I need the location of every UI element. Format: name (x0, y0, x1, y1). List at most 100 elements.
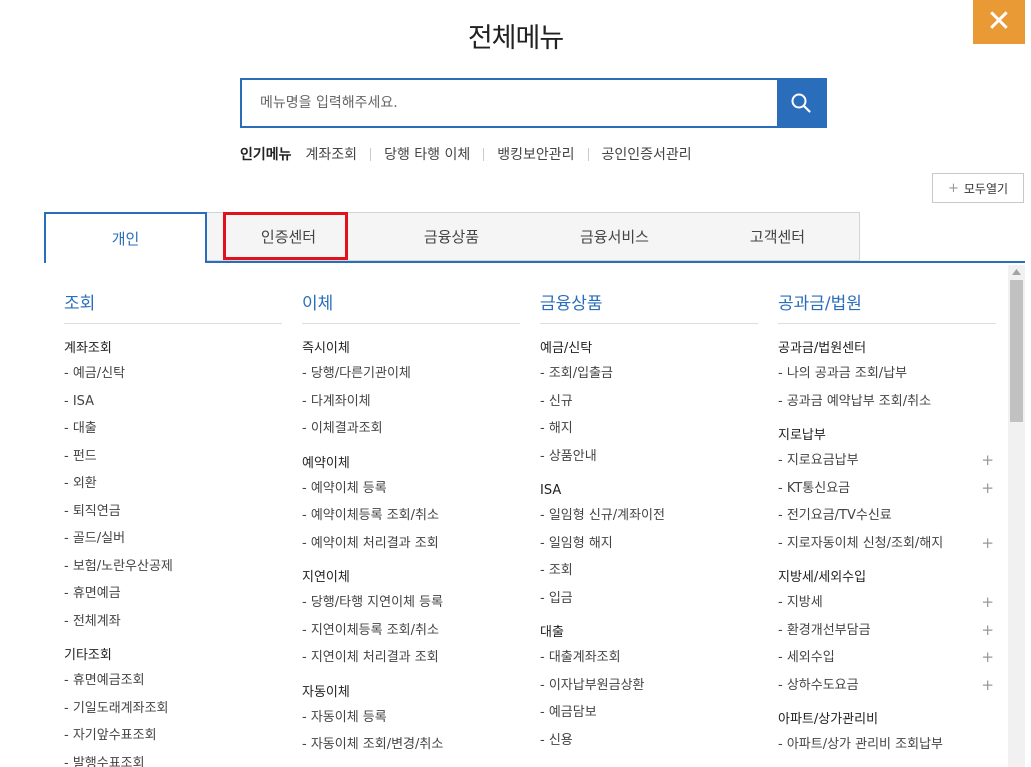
menu-item[interactable]: - 이체결과조회 (302, 415, 520, 443)
group-title[interactable]: 아파트/상가관리비 (778, 709, 996, 731)
menu-item[interactable]: - 신규 (540, 388, 758, 416)
scrollbar-thumb[interactable] (1010, 280, 1023, 422)
group-title[interactable]: 예금/신탁 (540, 338, 758, 360)
popular-link-account-inquiry[interactable]: 계좌조회 (306, 144, 358, 164)
menu-item[interactable]: - 예약이체 처리결과 조회 (302, 530, 520, 558)
column-title[interactable]: 공과금/법원 (778, 289, 996, 324)
menu-item[interactable]: - 일임형 해지 (540, 530, 758, 558)
popular-link-transfer[interactable]: 당행 타행 이체 (384, 144, 470, 164)
menu-item[interactable]: - 지방세 + (778, 589, 996, 617)
popular-menu: 인기메뉴 계좌조회 당행 타행 이체 뱅킹보안관리 공인인증서관리 (240, 144, 692, 164)
group-title[interactable]: 기타조회 (64, 645, 282, 667)
menu-item[interactable]: - 예금담보 (540, 699, 758, 727)
scroll-up-arrow-icon[interactable] (1008, 265, 1025, 279)
menu-item[interactable]: - 지로자동이체 신청/조회/해지 + (778, 530, 996, 558)
menu-item[interactable]: - 보험/노란우산공제 (64, 553, 282, 581)
menu-item[interactable]: - 당행/다른기관이체 (302, 360, 520, 388)
tab-certification-center[interactable]: 인증센터 (207, 212, 371, 261)
menu-item-label: - 지로자동이체 신청/조회/해지 (778, 535, 944, 551)
popular-link-banking-security[interactable]: 뱅킹보안관리 (497, 144, 574, 164)
menu-item[interactable]: - 예약이체 등록 (302, 475, 520, 503)
group-title[interactable]: ISA (540, 480, 758, 502)
group-title[interactable]: 지방세/세외수입 (778, 567, 996, 589)
menu-item[interactable]: - 휴면예금조회 (64, 667, 282, 695)
menu-item[interactable]: - 다계좌이체 (302, 388, 520, 416)
menu-item[interactable]: - 해지 (540, 415, 758, 443)
menu-item[interactable]: - 기일도래계좌조회 (64, 695, 282, 723)
menu-item-label: - 조회/입출금 (540, 366, 614, 381)
menu-item[interactable]: - 지연이체 처리결과 조회 (302, 644, 520, 672)
menu-item[interactable]: - 신용 (540, 727, 758, 755)
menu-item[interactable]: - 이자납부원금상환 (540, 672, 758, 700)
menu-item-label: - 당행/타행 지연이체 등록 (302, 595, 444, 610)
menu-item[interactable]: - 예약이체등록 조회/취소 (302, 502, 520, 530)
group-title[interactable]: 계좌조회 (64, 338, 282, 360)
menu-item[interactable]: - 입금 (540, 585, 758, 613)
popular-link-certificate[interactable]: 공인인증서관리 (602, 144, 692, 164)
column-title[interactable]: 금융상품 (540, 289, 758, 324)
menu-group: 예금/신탁 - 조회/입출금 - 신규 - 해지 - 상품안내 (540, 338, 758, 470)
menu-item[interactable]: - ISA (64, 388, 282, 416)
search-button[interactable] (777, 80, 825, 126)
menu-item[interactable]: - 환경개선부담금 + (778, 617, 996, 645)
menu-item[interactable]: - 나의 공과금 조회/납부 (778, 360, 996, 388)
menu-item-label: - 당행/다른기관이체 (302, 366, 411, 381)
menu-item[interactable]: - 당행/타행 지연이체 등록 (302, 589, 520, 617)
menu-item[interactable]: - 일임형 신규/계좌이전 (540, 502, 758, 530)
group-title[interactable]: 즉시이체 (302, 338, 520, 360)
expand-plus-icon[interactable]: + (981, 530, 994, 558)
menu-item-label: - 자기앞수표조회 (64, 728, 157, 743)
menu-item-label: - 대출 (64, 421, 97, 436)
menu-item[interactable]: - 펀드 (64, 443, 282, 471)
menu-item[interactable]: - 지로요금납부 + (778, 447, 996, 475)
menu-item-label: - 이체결과조회 (302, 421, 383, 436)
menu-item[interactable]: - 공과금 예약납부 조회/취소 (778, 388, 996, 416)
expand-all-button[interactable]: + 모두열기 (932, 173, 1024, 203)
group-title[interactable]: 예약이체 (302, 453, 520, 475)
menu-item[interactable]: - KT통신요금 + (778, 475, 996, 503)
menu-item[interactable]: - 전체계좌 (64, 608, 282, 636)
menu-item[interactable]: - 자기앞수표조회 (64, 722, 282, 750)
menu-item[interactable]: - 조회/입출금 (540, 360, 758, 388)
tab-financial-services[interactable]: 금융서비스 (533, 212, 697, 261)
expand-plus-icon[interactable]: + (981, 644, 994, 672)
menu-item-label: - 해지 (540, 421, 573, 436)
expand-plus-icon[interactable]: + (981, 672, 994, 700)
menu-item[interactable]: - 아파트/상가 관리비 조회납부 (778, 731, 996, 759)
menu-item[interactable]: - 세외수입 + (778, 644, 996, 672)
tab-customer-center[interactable]: 고객센터 (696, 212, 860, 261)
expand-plus-icon[interactable]: + (981, 475, 994, 503)
menu-item[interactable]: - 외환 (64, 470, 282, 498)
menu-item[interactable]: - 발행수표조회 (64, 750, 282, 767)
group-title[interactable]: 공과금/법원센터 (778, 338, 996, 360)
menu-item[interactable]: - 휴면예금 (64, 580, 282, 608)
expand-plus-icon[interactable]: + (981, 617, 994, 645)
menu-item[interactable]: - 자동이체 조회/변경/취소 (302, 731, 520, 759)
menu-item[interactable]: - 조회 (540, 557, 758, 585)
tab-personal[interactable]: 개인 (44, 212, 207, 263)
group-title[interactable]: 자동이체 (302, 682, 520, 704)
menu-item[interactable]: - 예금/신탁 (64, 360, 282, 388)
expand-all-label: 모두열기 (963, 181, 1009, 196)
menu-item[interactable]: - 대출계좌조회 (540, 644, 758, 672)
menu-item-label: - 기일도래계좌조회 (64, 700, 169, 716)
menu-item[interactable]: - 퇴직연금 (64, 498, 282, 526)
close-button[interactable]: ✕ (973, 0, 1025, 44)
group-title[interactable]: 지로납부 (778, 425, 996, 447)
menu-item[interactable]: - 골드/실버 (64, 525, 282, 553)
menu-item[interactable]: - 자동이체 등록 (302, 704, 520, 732)
expand-plus-icon[interactable]: + (981, 447, 994, 475)
search-input[interactable] (242, 80, 777, 126)
expand-plus-icon[interactable]: + (981, 589, 994, 617)
menu-item[interactable]: - 대출 (64, 415, 282, 443)
tab-financial-products[interactable]: 금융상품 (370, 212, 534, 261)
column-title[interactable]: 조회 (64, 289, 282, 324)
group-title[interactable]: 지연이체 (302, 567, 520, 589)
menu-item[interactable]: - 지연이체등록 조회/취소 (302, 617, 520, 645)
menu-item[interactable]: - 전기요금/TV수신료 (778, 502, 996, 530)
menu-item[interactable]: - 상품안내 (540, 443, 758, 471)
menu-item[interactable]: - 상하수도요금 + (778, 672, 996, 700)
group-title[interactable]: 대출 (540, 622, 758, 644)
scrollbar[interactable] (1008, 265, 1025, 767)
column-title[interactable]: 이체 (302, 289, 520, 324)
